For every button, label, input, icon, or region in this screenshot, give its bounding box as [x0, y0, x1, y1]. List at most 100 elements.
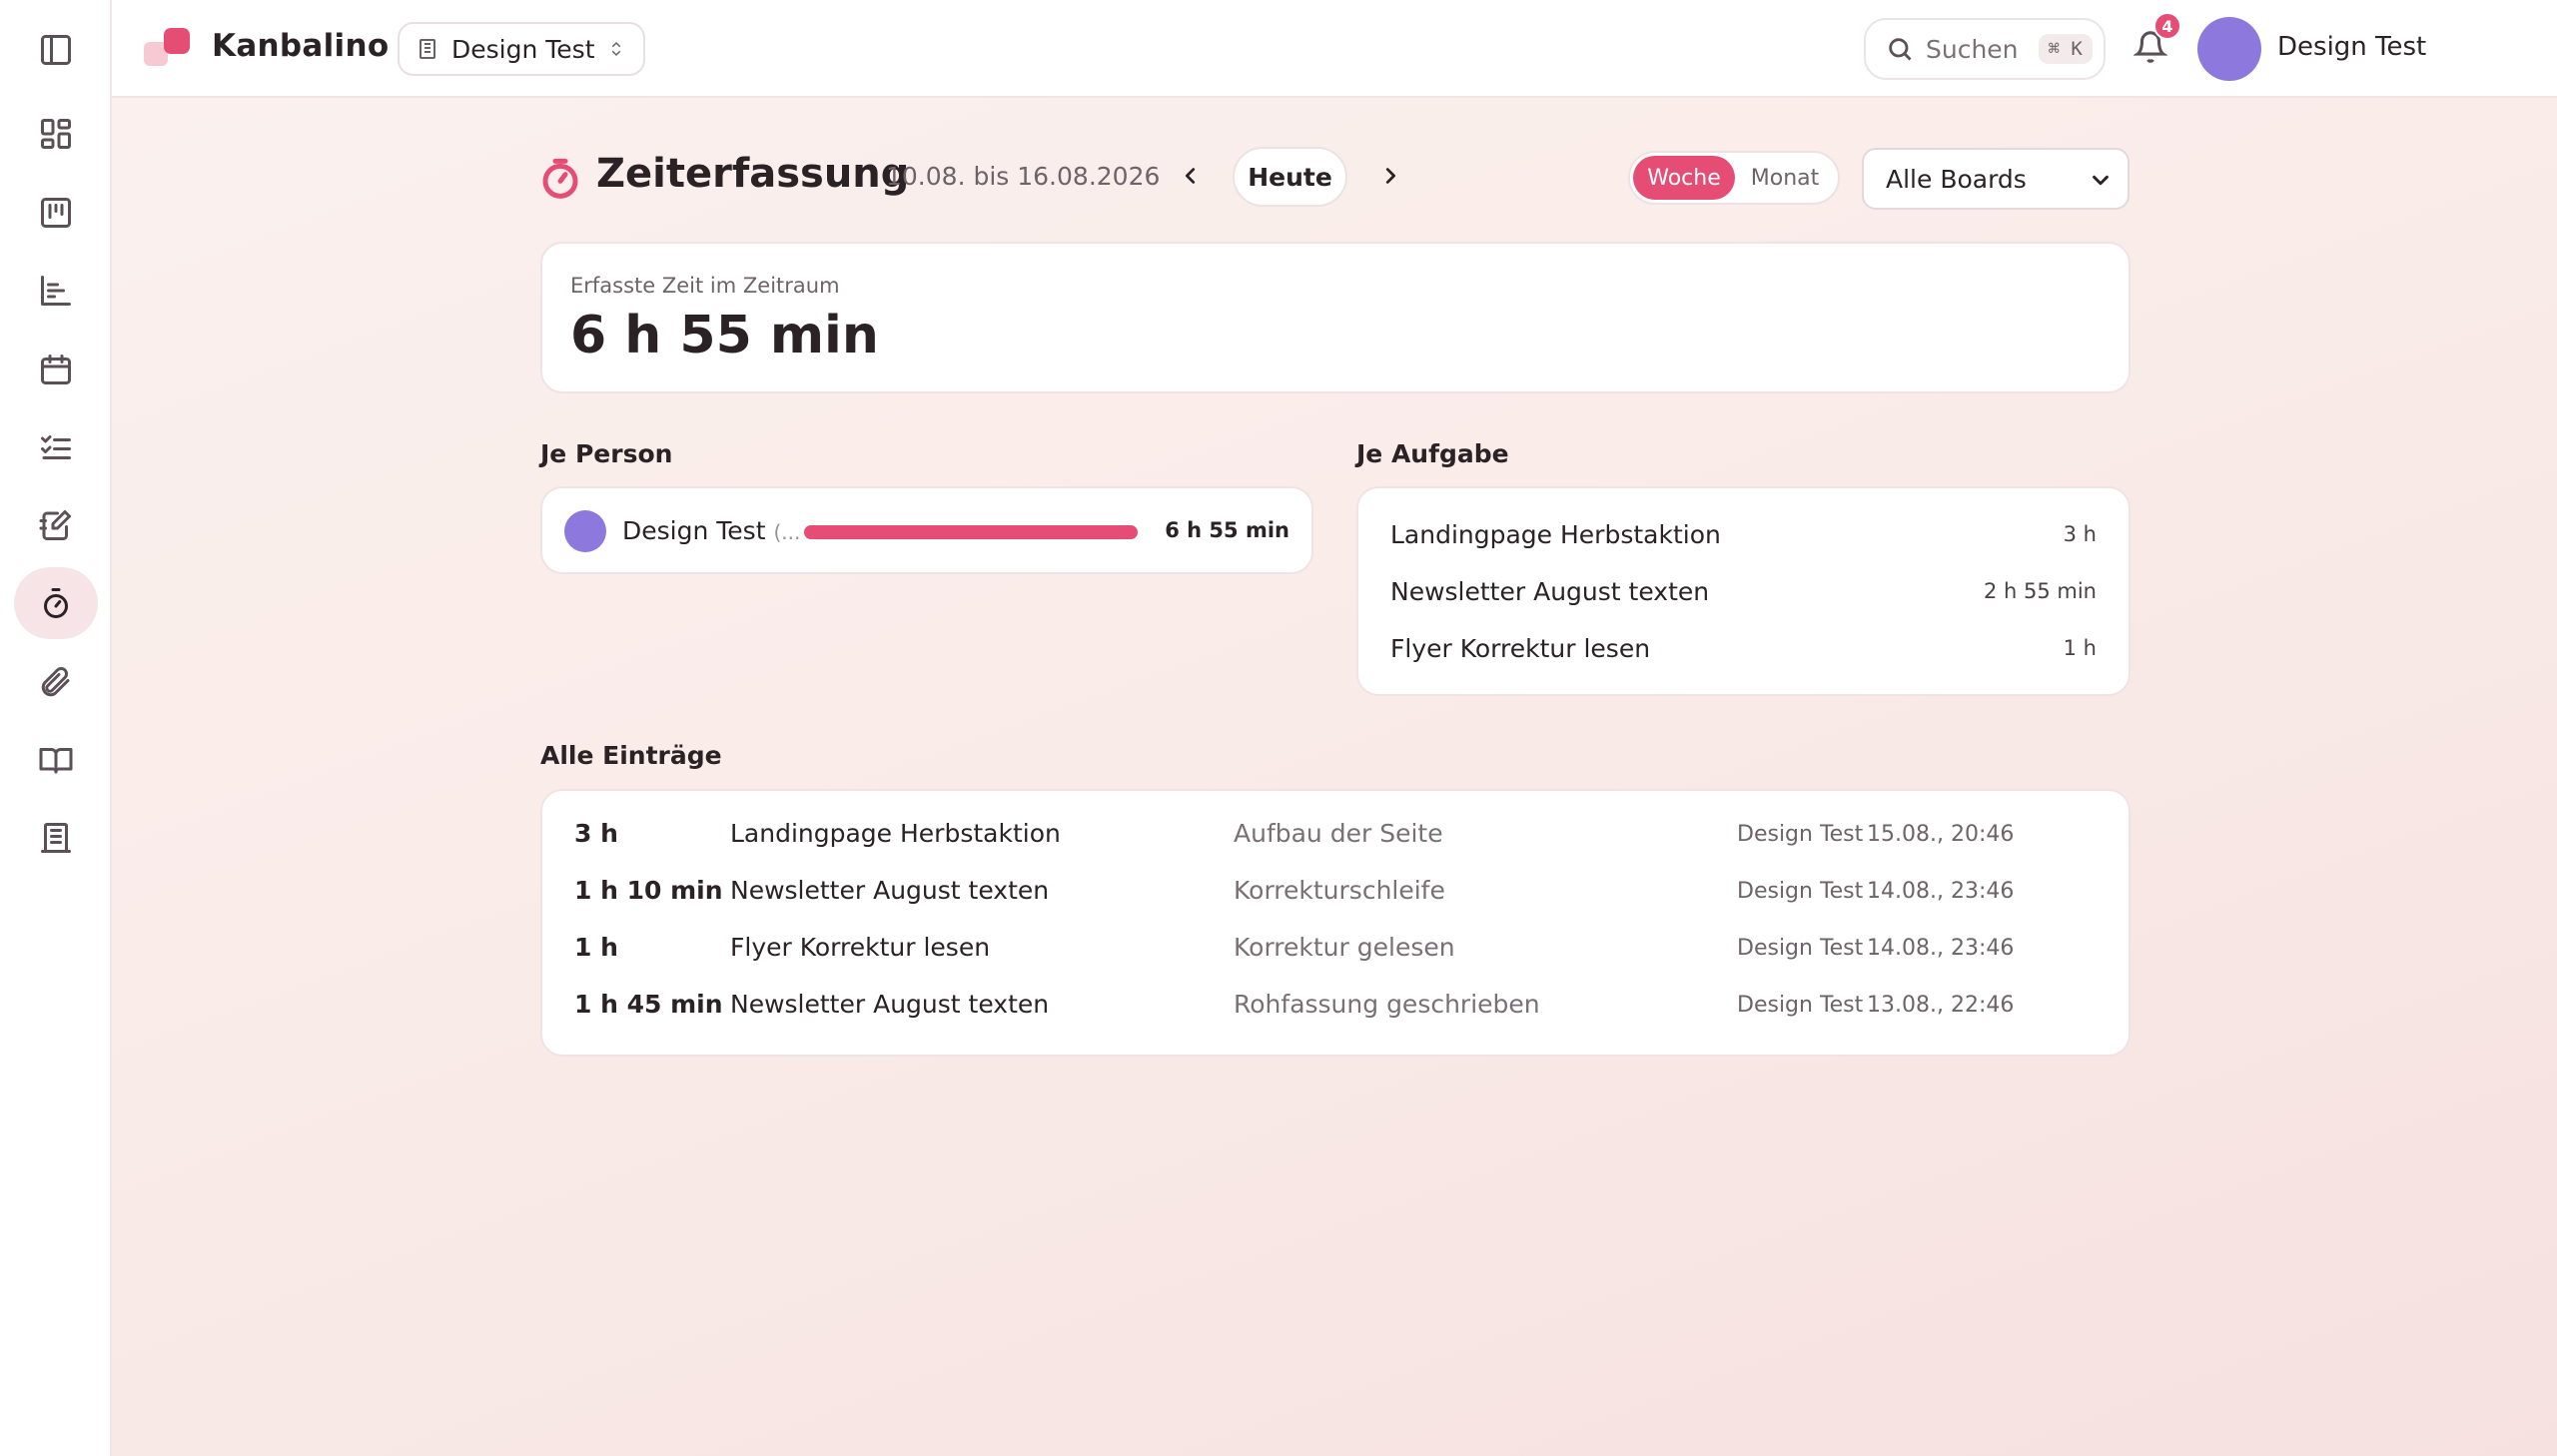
period-toggle: Woche Monat: [1628, 151, 1840, 205]
person-name-text: Design Test: [622, 516, 766, 545]
chevron-right-icon: [1385, 168, 1396, 184]
month-view-button[interactable]: Monat: [1735, 156, 1835, 200]
entry-duration: 3 h: [574, 819, 618, 848]
board-filter-select[interactable]: Alle Boards: [1862, 148, 2130, 210]
table-row[interactable]: 3 h Landingpage Herbstaktion Aufbau der …: [542, 813, 2129, 853]
sidebar: [0, 0, 112, 1456]
paperclip-icon: [41, 666, 70, 697]
notification-count-badge: 4: [2153, 12, 2181, 40]
table-row[interactable]: 1 h Flyer Korrektur lesen Korrektur gele…: [542, 927, 2129, 967]
sidebar-item-notes[interactable]: [14, 489, 98, 561]
checklist-icon: [41, 435, 71, 459]
stopwatch-icon: [44, 588, 68, 618]
sidebar-toggle-button[interactable]: [14, 14, 98, 86]
search-button[interactable]: Suchen ⌘ K: [1864, 18, 2106, 80]
entry-note: Rohfassung geschrieben: [1234, 990, 1540, 1019]
chevron-down-icon: [2093, 175, 2109, 186]
next-period-button[interactable]: [1372, 158, 1408, 194]
entry-note: Korrektur gelesen: [1234, 933, 1455, 962]
table-row[interactable]: 1 h 10 min Newsletter August texten Korr…: [542, 870, 2129, 910]
list-item: Newsletter August texten 2 h 55 min: [1390, 571, 2097, 611]
sidebar-item-dashboard[interactable]: [14, 98, 98, 170]
table-row[interactable]: 1 h 45 min Newsletter August texten Rohf…: [542, 984, 2129, 1024]
search-shortcut: ⌘ K: [2038, 34, 2093, 64]
search-label: Suchen: [1926, 34, 2019, 64]
workspace-name: Design Test: [451, 34, 595, 64]
sidebar-item-board[interactable]: [14, 177, 98, 249]
week-view-button[interactable]: Woche: [1633, 156, 1735, 200]
per-task-title: Je Aufgabe: [1356, 439, 1509, 468]
sidebar-item-time-tracking[interactable]: [14, 567, 98, 639]
total-time-label: Erfasste Zeit im Zeitraum: [570, 274, 840, 298]
sidebar-item-calendar[interactable]: [14, 334, 98, 405]
per-task-card: Landingpage Herbstaktion 3 h Newsletter …: [1356, 486, 2131, 696]
app-logo-text: Kanbalino: [212, 28, 390, 64]
sidebar-item-gantt[interactable]: [14, 255, 98, 327]
task-name: Newsletter August texten: [1390, 576, 1710, 606]
entry-user: Design Test: [1737, 822, 1864, 847]
kanban-icon: [41, 198, 71, 228]
per-person-title: Je Person: [540, 439, 673, 468]
entry-task: Flyer Korrektur lesen: [730, 933, 991, 962]
board-filter-value: Alle Boards: [1886, 164, 2027, 194]
total-time-card: Erfasste Zeit im Zeitraum 6 h 55 min: [540, 242, 2131, 393]
building-icon: [41, 823, 71, 853]
sidebar-item-tasks[interactable]: [14, 411, 98, 483]
per-person-card: Design Test (... 6 h 55 min: [540, 486, 1313, 574]
total-time-value: 6 h 55 min: [570, 306, 879, 365]
person-progress-bar: [804, 525, 1138, 539]
entry-user: Design Test: [1737, 879, 1864, 904]
logo-icon: [144, 26, 196, 70]
notebook-icon: [39, 510, 71, 540]
avatar: [564, 510, 606, 552]
workspace-switcher[interactable]: Design Test: [398, 22, 645, 76]
entry-user: Design Test: [1737, 993, 1864, 1018]
chevron-up-down-icon: [611, 41, 620, 57]
entry-task: Newsletter August texten: [730, 990, 1050, 1019]
chevron-left-icon: [1185, 168, 1196, 184]
today-button[interactable]: Heute: [1233, 147, 1347, 207]
sidebar-panel-icon: [41, 35, 71, 65]
book-icon: [39, 748, 73, 774]
entry-task: Landingpage Herbstaktion: [730, 819, 1061, 848]
sidebar-item-wiki[interactable]: [14, 724, 98, 796]
entry-date: 15.08., 20:46: [1867, 822, 2015, 847]
person-name: Design Test (...: [622, 516, 800, 545]
entry-duration: 1 h 10 min: [574, 876, 723, 905]
entry-date: 14.08., 23:46: [1867, 879, 2015, 904]
date-range: 10.08. bis 16.08.2026: [886, 162, 1161, 191]
entry-duration: 1 h 45 min: [574, 990, 723, 1019]
user-avatar[interactable]: [2197, 17, 2261, 81]
entry-note: Aufbau der Seite: [1234, 819, 1443, 848]
previous-period-button[interactable]: [1173, 158, 1209, 194]
entries-card: 3 h Landingpage Herbstaktion Aufbau der …: [540, 789, 2131, 1057]
task-time: 3 h: [2063, 522, 2097, 546]
entry-note: Korrekturschleife: [1234, 876, 1445, 905]
sidebar-item-company[interactable]: [14, 802, 98, 874]
timeline-icon: [41, 276, 71, 306]
entry-task: Newsletter August texten: [730, 876, 1050, 905]
stopwatch-icon: [540, 156, 580, 200]
list-item: Flyer Korrektur lesen 1 h: [1390, 628, 2097, 668]
entry-user: Design Test: [1737, 936, 1864, 961]
task-name: Flyer Korrektur lesen: [1390, 633, 1651, 663]
sidebar-item-attachments[interactable]: [14, 646, 98, 718]
list-item: Landingpage Herbstaktion 3 h: [1390, 514, 2097, 554]
person-name-suffix: (...: [773, 520, 801, 544]
task-time: 2 h 55 min: [1983, 579, 2097, 603]
search-icon: [1889, 38, 1912, 61]
calendar-icon: [41, 355, 71, 384]
page-title: Zeiterfassung: [596, 151, 910, 197]
building-icon: [420, 39, 435, 59]
task-name: Landingpage Herbstaktion: [1390, 519, 1721, 549]
top-bar: Kanbalino Design Test: [112, 0, 2557, 98]
entry-date: 13.08., 22:46: [1867, 993, 2015, 1018]
entry-date: 14.08., 23:46: [1867, 936, 2015, 961]
user-name[interactable]: Design Test: [2277, 32, 2426, 62]
grid-icon: [41, 119, 71, 149]
task-time: 1 h: [2063, 636, 2097, 660]
entry-duration: 1 h: [574, 933, 618, 962]
person-time: 6 h 55 min: [1165, 518, 1289, 542]
entries-title: Alle Einträge: [540, 741, 722, 770]
person-progress-fill: [804, 525, 1138, 539]
